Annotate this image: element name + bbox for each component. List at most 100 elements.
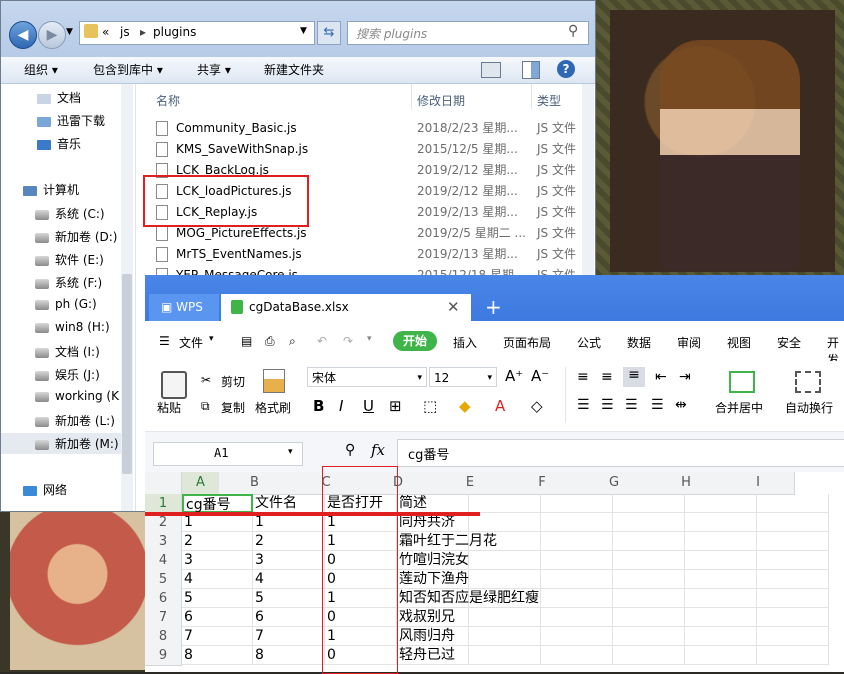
- organize-button[interactable]: 组织 ▾: [24, 61, 58, 78]
- empty-cell[interactable]: [541, 627, 613, 646]
- copy-button[interactable]: 复制: [221, 399, 245, 416]
- row-header[interactable]: 1: [145, 494, 182, 514]
- column-header-f[interactable]: F: [506, 472, 579, 495]
- empty-cell[interactable]: [541, 532, 613, 551]
- empty-cell[interactable]: [469, 608, 541, 627]
- empty-cell[interactable]: [541, 608, 613, 627]
- breadcrumb-plugins[interactable]: plugins: [153, 25, 196, 39]
- empty-cell[interactable]: [469, 570, 541, 589]
- empty-cell[interactable]: [685, 494, 757, 513]
- empty-cell[interactable]: [613, 551, 685, 570]
- column-header-b[interactable]: B: [219, 472, 291, 495]
- paste-button[interactable]: 粘贴: [157, 399, 181, 416]
- back-icon[interactable]: ◀: [9, 21, 37, 49]
- menu-start[interactable]: 开始: [393, 331, 437, 351]
- save-icon[interactable]: ▤: [241, 334, 252, 348]
- cut-button[interactable]: 剪切: [221, 373, 245, 390]
- column-header-e[interactable]: E: [434, 472, 507, 495]
- empty-cell[interactable]: [757, 646, 829, 665]
- cell-d3[interactable]: 霜叶红于二月花: [397, 532, 497, 551]
- empty-cell[interactable]: [685, 589, 757, 608]
- empty-cell[interactable]: [757, 551, 829, 570]
- cell-a4[interactable]: 3: [182, 551, 253, 570]
- decrease-font-icon[interactable]: A⁻: [531, 367, 549, 385]
- distributed-icon[interactable]: ⇹: [675, 397, 687, 413]
- cell-b3[interactable]: 2: [253, 532, 325, 551]
- select-all-corner[interactable]: [145, 472, 182, 495]
- zoom-icon[interactable]: ⚲: [345, 442, 355, 458]
- cell-b1[interactable]: 文件名: [253, 494, 325, 513]
- nav-item[interactable]: 新加卷 (D:): [35, 228, 117, 245]
- cell-a8[interactable]: 7: [182, 627, 253, 646]
- share-button[interactable]: 共享 ▾: [197, 61, 231, 78]
- row-header[interactable]: 7: [145, 608, 182, 628]
- empty-cell[interactable]: [685, 646, 757, 665]
- empty-cell[interactable]: [469, 646, 541, 665]
- empty-cell[interactable]: [613, 646, 685, 665]
- empty-cell[interactable]: [757, 570, 829, 589]
- cell-a5[interactable]: 4: [182, 570, 253, 589]
- name-box[interactable]: A1 ▾: [153, 442, 303, 466]
- column-header-i[interactable]: I: [722, 472, 795, 495]
- align-right-icon[interactable]: ☰: [625, 397, 638, 413]
- cell-a6[interactable]: 5: [182, 589, 253, 608]
- cell-b8[interactable]: 7: [253, 627, 325, 646]
- hamburger-icon[interactable]: ☰: [159, 334, 170, 348]
- fx-icon[interactable]: fx: [371, 441, 385, 459]
- undo-icon[interactable]: ↶: [317, 334, 327, 348]
- breadcrumb-overflow[interactable]: «: [102, 25, 109, 39]
- format-painter-button[interactable]: 格式刷: [255, 399, 291, 416]
- clear-format-icon[interactable]: ◇: [531, 397, 543, 415]
- cell-a7[interactable]: 6: [182, 608, 253, 627]
- indent-increase-icon[interactable]: ⇥: [679, 369, 691, 385]
- row-header[interactable]: 3: [145, 532, 182, 552]
- justify-icon[interactable]: ☰: [651, 397, 664, 413]
- empty-cell[interactable]: [613, 532, 685, 551]
- empty-cell[interactable]: [757, 513, 829, 532]
- nav-item[interactable]: 计算机: [23, 181, 79, 198]
- cell-b7[interactable]: 6: [253, 608, 325, 627]
- merge-center-button[interactable]: 合并居中: [715, 399, 763, 416]
- row-header[interactable]: 2: [145, 513, 182, 533]
- wrap-text-icon[interactable]: [795, 371, 821, 393]
- address-bar[interactable]: « js ▸ plugins ▼: [79, 21, 315, 45]
- close-tab-icon[interactable]: ✕: [447, 294, 460, 321]
- nav-item[interactable]: 软件 (E:): [35, 251, 104, 268]
- nav-item[interactable]: 新加卷 (M:): [35, 435, 119, 452]
- empty-cell[interactable]: [541, 551, 613, 570]
- nav-item[interactable]: 文档: [37, 89, 81, 106]
- empty-cell[interactable]: [757, 589, 829, 608]
- recent-dropdown-icon[interactable]: ▼: [66, 27, 73, 37]
- menu-page-layout[interactable]: 页面布局: [503, 334, 551, 351]
- fill-color-icon[interactable]: ◆: [459, 397, 471, 415]
- cut-icon[interactable]: ✂: [201, 373, 211, 387]
- nav-item[interactable]: 文档 (I:): [35, 343, 100, 360]
- fill-style-icon[interactable]: ⬚: [423, 397, 437, 415]
- empty-cell[interactable]: [613, 494, 685, 513]
- row-header[interactable]: 5: [145, 570, 182, 590]
- menu-file[interactable]: 文件: [179, 334, 203, 351]
- empty-cell[interactable]: [613, 627, 685, 646]
- empty-cell[interactable]: [685, 532, 757, 551]
- column-name-header[interactable]: 名称: [156, 92, 180, 109]
- nav-item[interactable]: 系统 (C:): [35, 205, 105, 222]
- indent-decrease-icon[interactable]: ⇤: [655, 369, 667, 385]
- align-left-icon[interactable]: ☰: [577, 397, 590, 413]
- copy-icon[interactable]: ⧉: [201, 399, 210, 414]
- forward-icon[interactable]: ▶: [38, 21, 66, 49]
- formula-input[interactable]: cg番号: [397, 439, 844, 467]
- empty-cell[interactable]: [469, 589, 541, 608]
- breadcrumb-js[interactable]: js: [120, 25, 130, 39]
- empty-cell[interactable]: [541, 589, 613, 608]
- cell-d9[interactable]: 轻舟已过: [397, 646, 469, 665]
- nav-item[interactable]: 音乐: [37, 135, 81, 152]
- print-icon[interactable]: ⎙: [265, 334, 275, 349]
- row-header[interactable]: 8: [145, 627, 182, 647]
- border-icon[interactable]: ⊞: [389, 397, 402, 415]
- chevron-down-icon[interactable]: ▾: [288, 447, 293, 457]
- align-middle-icon[interactable]: ≡: [601, 369, 613, 385]
- quick-access-dropdown-icon[interactable]: ▾: [367, 334, 372, 344]
- cell-d8[interactable]: 风雨归舟: [397, 627, 469, 646]
- empty-cell[interactable]: [469, 551, 541, 570]
- nav-scrollbar-thumb[interactable]: [122, 274, 132, 474]
